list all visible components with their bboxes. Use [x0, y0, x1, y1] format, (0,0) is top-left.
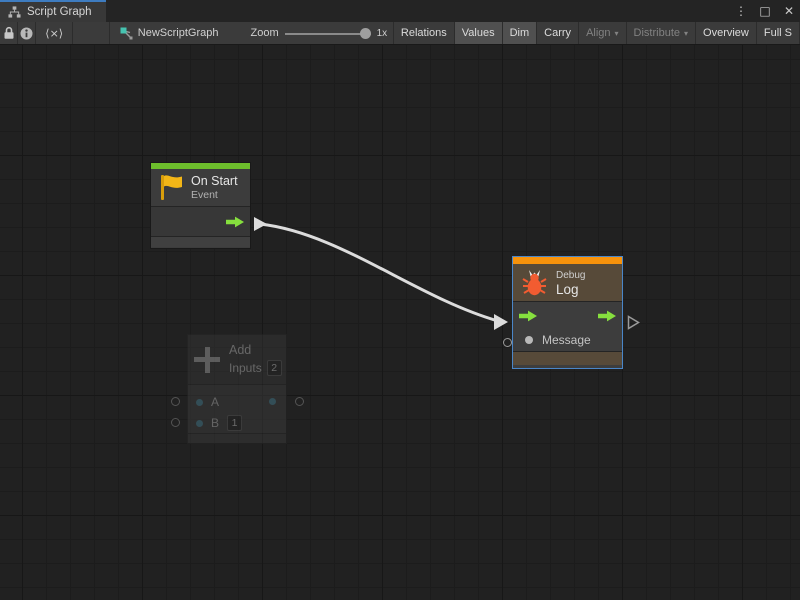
tab-bar: Script Graph ⋮ □ ✕: [0, 0, 800, 22]
lock-icon: [3, 26, 15, 40]
port-b-label: B: [211, 416, 219, 430]
port-a-external-port[interactable]: [171, 397, 180, 406]
zoom-slider[interactable]: [285, 22, 371, 45]
on-start-node[interactable]: On Start Event: [150, 162, 251, 249]
graph-name-label: NewScriptGraph: [138, 27, 219, 39]
maximize-icon[interactable]: □: [758, 4, 772, 18]
add-output-external-port[interactable]: [295, 397, 304, 406]
message-external-port[interactable]: [503, 338, 512, 347]
fullscreen-button[interactable]: Full S: [757, 22, 800, 44]
port-a-label: A: [211, 395, 219, 409]
unconnected-flow-output-triangle[interactable]: [627, 315, 640, 335]
align-label: Align: [586, 27, 610, 39]
carry-button[interactable]: Carry: [537, 22, 579, 44]
debug-accent-bar: [513, 257, 622, 264]
inputs-label: Inputs: [229, 361, 262, 375]
message-port[interactable]: [525, 336, 533, 344]
node-title: Log: [556, 282, 585, 297]
info-icon: [20, 27, 33, 40]
node-subtitle: Event: [191, 189, 238, 202]
code-icon: ⟨×⟩: [45, 27, 63, 40]
graph-canvas[interactable]: On Start Event: [0, 45, 800, 600]
node-title: Add: [229, 343, 282, 357]
node-footer: [513, 352, 622, 365]
script-graph-window: Script Graph ⋮ □ ✕: [0, 0, 800, 600]
add-node[interactable]: Add Inputs 2 A B 1: [187, 334, 287, 444]
port-b-value-field[interactable]: 1: [227, 415, 242, 431]
lock-button[interactable]: [0, 22, 18, 44]
window-menu-icon[interactable]: ⋮: [734, 4, 748, 18]
node-category: Debug: [556, 269, 585, 282]
close-icon[interactable]: ✕: [782, 4, 796, 18]
message-port-label: Message: [542, 333, 591, 347]
info-button[interactable]: [18, 22, 36, 44]
align-button[interactable]: Align ▾: [579, 22, 626, 44]
port-b[interactable]: [196, 420, 203, 427]
relations-button[interactable]: Relations: [394, 22, 455, 44]
zoom-slider-track: [285, 33, 371, 35]
port-b-external-port[interactable]: [171, 418, 180, 427]
values-label: Values: [462, 27, 495, 39]
fullscreen-label: Full S: [764, 27, 792, 39]
carry-label: Carry: [544, 27, 571, 39]
flow-output-arrow-icon[interactable]: [226, 216, 244, 228]
script-graph-asset-icon: [120, 27, 133, 40]
distribute-label: Distribute: [634, 27, 680, 39]
overview-button[interactable]: Overview: [696, 22, 757, 44]
flow-input-arrow-icon[interactable]: [519, 310, 537, 324]
tab-script-graph[interactable]: Script Graph: [0, 0, 106, 22]
zoom-label: Zoom: [251, 27, 279, 39]
zoom-value: 1x: [377, 28, 388, 39]
overview-label: Overview: [703, 27, 749, 39]
dim-button[interactable]: Dim: [503, 22, 538, 44]
port-a[interactable]: [196, 399, 203, 406]
plus-icon: [194, 347, 220, 373]
tab-label: Script Graph: [27, 6, 92, 18]
node-footer: [188, 434, 286, 443]
values-button[interactable]: Values: [455, 22, 503, 44]
distribute-button[interactable]: Distribute ▾: [627, 22, 696, 44]
debug-log-node[interactable]: Debug Log Message: [512, 256, 623, 369]
relations-label: Relations: [401, 27, 447, 39]
connection-wire: [0, 45, 800, 600]
inputs-count-field[interactable]: 2: [267, 360, 282, 376]
bug-icon: [521, 270, 548, 296]
flow-output-arrow-icon[interactable]: [598, 310, 616, 324]
toolbar-blank-segment: [73, 22, 109, 44]
node-title: On Start: [191, 174, 238, 189]
graph-asset-chip[interactable]: NewScriptGraph: [110, 22, 229, 44]
zoom-slider-knob[interactable]: [360, 28, 371, 39]
dim-label: Dim: [510, 27, 530, 39]
dropdown-arrow-icon: ▾: [684, 29, 688, 38]
node-footer: [151, 237, 250, 247]
add-node-group: Add Inputs 2 A B 1: [170, 334, 306, 448]
graph-toolbar: ⟨×⟩ NewScriptGraph Zoom 1x Relatio: [0, 22, 800, 45]
flag-icon: [159, 174, 183, 201]
edit-script-button[interactable]: ⟨×⟩: [36, 22, 73, 44]
add-output-port[interactable]: [269, 398, 276, 405]
dropdown-arrow-icon: ▾: [615, 29, 619, 38]
hierarchy-icon: [8, 6, 21, 18]
